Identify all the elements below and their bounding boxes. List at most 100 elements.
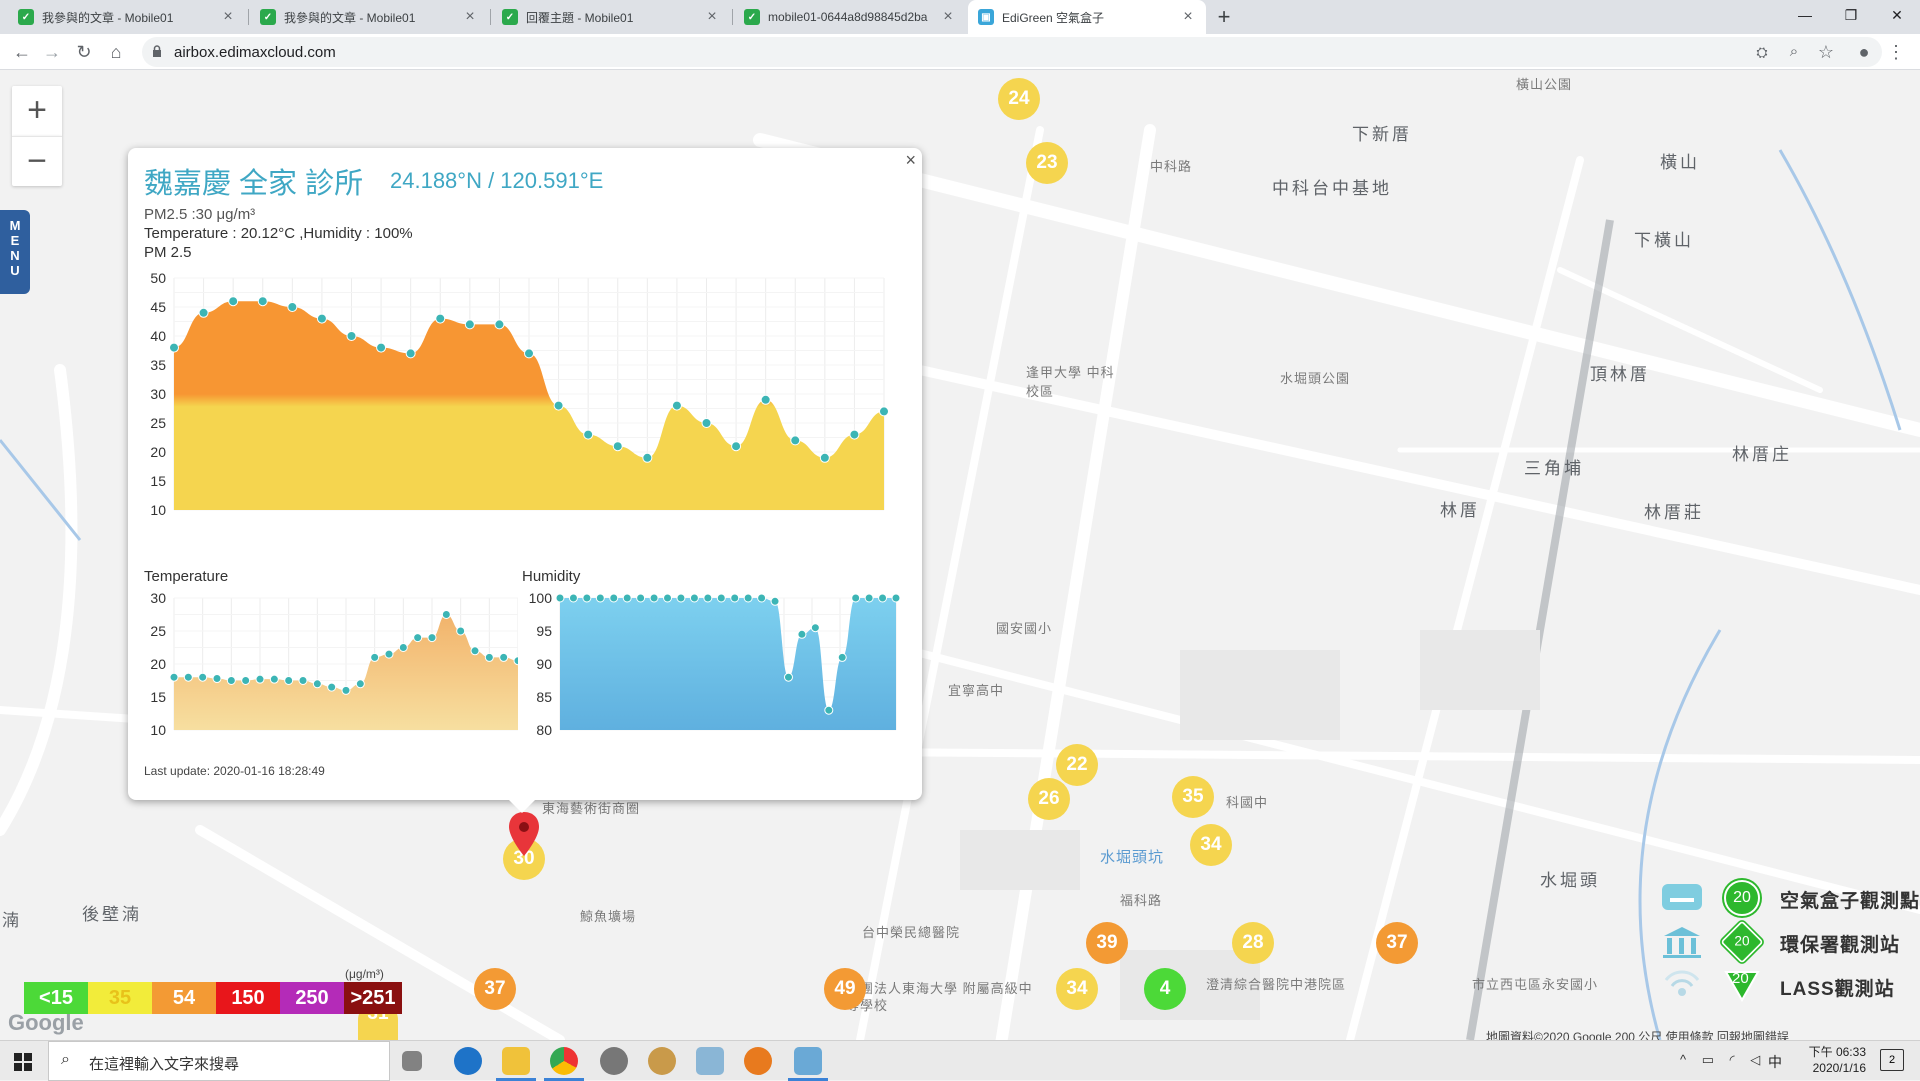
browser-tab[interactable]: ✓ 我參與的文章 - Mobile01 × — [8, 0, 246, 34]
map-attribution[interactable]: 地圖資料©2020 Google 200 公尺 使用條款 回報地圖錯誤 — [1486, 1028, 1789, 1040]
popup-pointer — [508, 799, 536, 813]
data-point — [770, 596, 780, 606]
close-tab-icon[interactable]: × — [220, 8, 236, 26]
airbox-cluster-marker[interactable]: 4 — [1144, 968, 1186, 1010]
data-point — [376, 342, 387, 353]
app-icon[interactable] — [696, 1047, 724, 1075]
windows-start-icon[interactable] — [14, 1053, 32, 1071]
data-point — [879, 406, 889, 417]
airbox-cluster-marker[interactable]: 34 — [1056, 968, 1098, 1010]
reload-icon[interactable]: ↻ — [72, 40, 96, 64]
mobile01-favicon-icon: ✓ — [744, 9, 760, 25]
data-point — [441, 610, 451, 619]
map-label: 水堀頭 — [1540, 871, 1600, 890]
zoom-out-button[interactable]: − — [12, 136, 62, 186]
back-icon[interactable]: ← — [10, 40, 34, 64]
file-explorer-icon[interactable] — [502, 1047, 530, 1075]
data-point — [743, 593, 753, 603]
data-point — [757, 593, 767, 603]
google-logo: Google — [8, 1010, 84, 1035]
data-point — [228, 296, 239, 307]
browser-tab[interactable]: ✓ 我參與的文章 - Mobile01 × — [250, 0, 488, 34]
airbox-cluster-marker[interactable]: 39 — [1086, 922, 1128, 964]
data-point — [797, 629, 807, 639]
close-tab-icon[interactable]: × — [462, 8, 478, 26]
airbox-cluster-marker[interactable]: 37 — [1376, 922, 1418, 964]
taskbar-search-box[interactable]: ⌕ 在這裡輸入文字來搜尋 — [48, 1041, 390, 1081]
station-coordinates: 24.188°N / 120.591°E — [390, 168, 604, 193]
map-label: 財團法人東海大學 附屬高級中等學校 — [846, 981, 1033, 1013]
notification-center-icon[interactable]: 2 — [1880, 1049, 1904, 1071]
close-tab-icon[interactable]: × — [940, 8, 956, 26]
map-canvas[interactable]: 中科台中基地 下新厝 橫山 下橫山 頂林厝 林厝庄 三角埔 林厝 林厝莊 水堀頭… — [0, 70, 1920, 1040]
data-point — [731, 441, 742, 452]
taskbar-clock[interactable]: 下午 06:33 2020/1/16 — [1790, 1044, 1866, 1076]
close-tab-icon[interactable]: × — [1180, 8, 1196, 26]
y-tick-label: 30 — [150, 590, 166, 606]
airbox-cluster-marker[interactable]: 26 — [1028, 778, 1070, 820]
forward-icon[interactable]: → — [40, 40, 64, 64]
browser-tab[interactable]: ✓ mobile01-0644a8d98845d2ba × — [734, 0, 966, 34]
browser-tab[interactable]: ✓ 回覆主題 - Mobile01 × — [492, 0, 730, 34]
translate-icon[interactable]: ⛭ — [1750, 40, 1774, 64]
airbox-cluster-marker[interactable]: 24 — [998, 78, 1040, 120]
menu-toggle-button[interactable]: MENU — [0, 210, 30, 294]
data-point — [355, 679, 365, 689]
home-icon[interactable]: ⌂ — [104, 40, 128, 64]
data-point — [701, 418, 712, 428]
y-tick-label: 25 — [150, 415, 166, 431]
blender-icon[interactable] — [744, 1047, 772, 1075]
airbox-cluster-marker[interactable]: 34 — [1190, 824, 1232, 866]
station-legend-airbox[interactable]: 20 空氣盒子觀測點 — [1656, 878, 1919, 918]
restore-button[interactable]: ❐ — [1828, 0, 1874, 30]
data-point — [470, 646, 480, 656]
map-label: 台中榮民總醫院 — [862, 925, 961, 940]
data-point — [790, 435, 801, 446]
ime-indicator[interactable]: 中 — [1768, 1052, 1782, 1072]
tab-title: EdiGreen 空氣盒子 — [1002, 10, 1105, 25]
more-menu-icon[interactable]: ⋮ — [1884, 40, 1908, 64]
task-view-icon[interactable] — [402, 1051, 422, 1071]
system-tray-icons[interactable]: ^ ▭ ◜ ◁ — [1680, 1052, 1766, 1068]
airbox-cluster-marker[interactable]: 49 — [824, 968, 866, 1010]
bookmark-star-icon[interactable]: ☆ — [1814, 40, 1838, 64]
y-tick-label: 45 — [150, 299, 166, 315]
river-label: 水堀頭坑 — [1100, 849, 1165, 866]
map-label: 中科台中基地 — [1272, 179, 1392, 198]
chrome-icon[interactable] — [550, 1047, 578, 1075]
new-tab-button[interactable]: + — [1210, 4, 1238, 30]
airbox-cluster-marker[interactable]: 35 — [1172, 776, 1214, 818]
y-tick-label: 80 — [536, 722, 552, 738]
close-tab-icon[interactable]: × — [704, 8, 720, 26]
airbox-cluster-marker[interactable]: 28 — [1232, 922, 1274, 964]
map-label: 橫山公園 — [1516, 77, 1573, 92]
temperature-chart-title: Temperature — [144, 568, 229, 585]
data-point — [824, 705, 834, 715]
app-icon[interactable] — [600, 1047, 628, 1075]
zoom-in-button[interactable]: + — [12, 86, 62, 136]
close-popup-button[interactable]: × — [905, 150, 916, 171]
y-tick-label: 50 — [150, 270, 166, 286]
minimize-button[interactable]: — — [1782, 0, 1828, 30]
tab-title: 我參與的文章 - Mobile01 — [284, 10, 416, 25]
app-icon[interactable] — [794, 1047, 822, 1075]
app-icon[interactable] — [648, 1047, 676, 1075]
area-fill — [560, 598, 896, 730]
station-legend-epa[interactable]: 20 環保署觀測站 — [1656, 920, 1916, 964]
station-legend-lass[interactable]: 20 LASS觀測站 — [1656, 966, 1916, 1006]
data-point — [169, 672, 179, 682]
windows-taskbar: ⌕ 在這裡輸入文字來搜尋 ^ ▭ ◜ ◁ 中 下午 06:33 2020/1/1… — [0, 1040, 1920, 1081]
address-bar[interactable]: airbox.edimaxcloud.com — [142, 37, 1882, 67]
airbox-cluster-marker[interactable]: 23 — [1026, 142, 1068, 184]
edge-browser-icon[interactable] — [454, 1047, 482, 1075]
data-point — [583, 429, 594, 440]
zoom-icon[interactable]: ⌕ — [1782, 40, 1806, 64]
selected-location-pin-icon[interactable] — [508, 812, 540, 856]
airbox-cluster-marker[interactable]: 22 — [1056, 744, 1098, 786]
browser-tab-active[interactable]: ▣ EdiGreen 空氣盒子 × — [968, 0, 1206, 34]
clock-time: 下午 06:33 — [1808, 1045, 1866, 1059]
data-point — [595, 593, 605, 603]
profile-icon[interactable]: ● — [1852, 40, 1876, 64]
airbox-cluster-marker[interactable]: 37 — [474, 968, 516, 1010]
close-window-button[interactable]: ✕ — [1874, 0, 1920, 30]
